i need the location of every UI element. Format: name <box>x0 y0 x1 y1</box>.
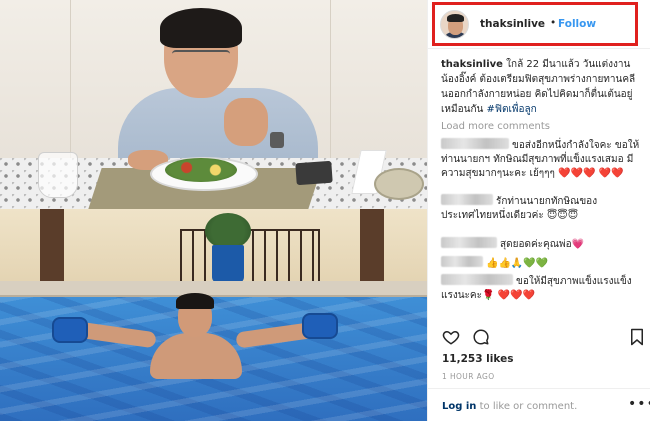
blurred-username <box>441 194 493 205</box>
action-bar <box>428 326 650 350</box>
likes-count[interactable]: 11,253 likes <box>442 353 513 365</box>
comment-item: รักท่านนายกทักษิณของประเทศไทยหนึ่งเดียวค… <box>441 194 645 223</box>
comment-item: 👍👍🙏💚💚 <box>441 256 645 271</box>
wristwatch <box>270 132 284 148</box>
login-link[interactable]: Log in <box>442 401 476 412</box>
divider <box>428 388 650 389</box>
post-photo[interactable] <box>0 0 427 421</box>
username-link[interactable]: thaksinlive <box>480 18 545 30</box>
caption-hashtag[interactable]: #ฟิตเพื่อลูก <box>487 104 537 115</box>
load-more-comments[interactable]: Load more comments <box>441 121 550 132</box>
follow-button[interactable]: Follow <box>558 18 596 30</box>
man-hair <box>160 8 242 48</box>
comment-icon[interactable] <box>472 328 490 346</box>
potted-plant <box>205 213 251 249</box>
comment-item: ขอให้มีสุขภาพแข็งแรงแข็งแรงนะคะ🌹 ❤️❤️❤️ <box>441 274 645 303</box>
separator-dot: • <box>550 17 557 29</box>
blurred-username <box>441 274 513 285</box>
bookmark-icon[interactable] <box>630 328 644 346</box>
post-caption: thaksinlive ใกล้ 22 มีนาแล้ว วันแต่งงานน… <box>441 57 643 117</box>
side-plate <box>374 168 424 200</box>
blurred-username <box>441 237 497 248</box>
blurred-username <box>441 138 509 149</box>
man-glasses <box>172 50 230 62</box>
blurred-username <box>441 256 483 267</box>
dumbbell-right <box>302 313 338 339</box>
divider <box>428 48 650 49</box>
post-timestamp[interactable]: 1 HOUR AGO <box>442 372 495 381</box>
pool-edge <box>0 281 427 297</box>
plant-pot <box>212 245 244 283</box>
login-prompt: Log in to like or comment. <box>442 401 577 412</box>
dumbbell-left <box>52 317 88 343</box>
phone <box>295 160 333 186</box>
caption-username[interactable]: thaksinlive <box>441 59 503 70</box>
photo-pool <box>0 209 427 421</box>
swimmer-hair <box>176 293 214 309</box>
heart-icon[interactable] <box>442 328 460 346</box>
man-hand-fork <box>224 98 268 146</box>
comment-text: สุดยอดค่ะคุณพ่อ💗 <box>500 239 585 250</box>
comment-item: สุดยอดค่ะคุณพ่อ💗 <box>441 237 645 252</box>
post-panel: thaksinlive • Follow thaksinlive ใกล้ 22… <box>427 0 650 421</box>
comment-text: 👍👍🙏💚💚 <box>486 258 549 269</box>
login-prompt-text: to like or comment. <box>479 401 578 412</box>
pool-gate <box>180 229 320 281</box>
photo-dining <box>0 0 427 209</box>
more-options-icon[interactable]: ••• <box>628 396 650 412</box>
avatar[interactable] <box>440 10 469 39</box>
comment-item: ขอส่งอีกหนึ่งกำลังใจคะ ขอให้ท่านนายกฯ ทั… <box>441 138 645 181</box>
water-glass <box>38 152 78 198</box>
salad <box>165 158 237 182</box>
